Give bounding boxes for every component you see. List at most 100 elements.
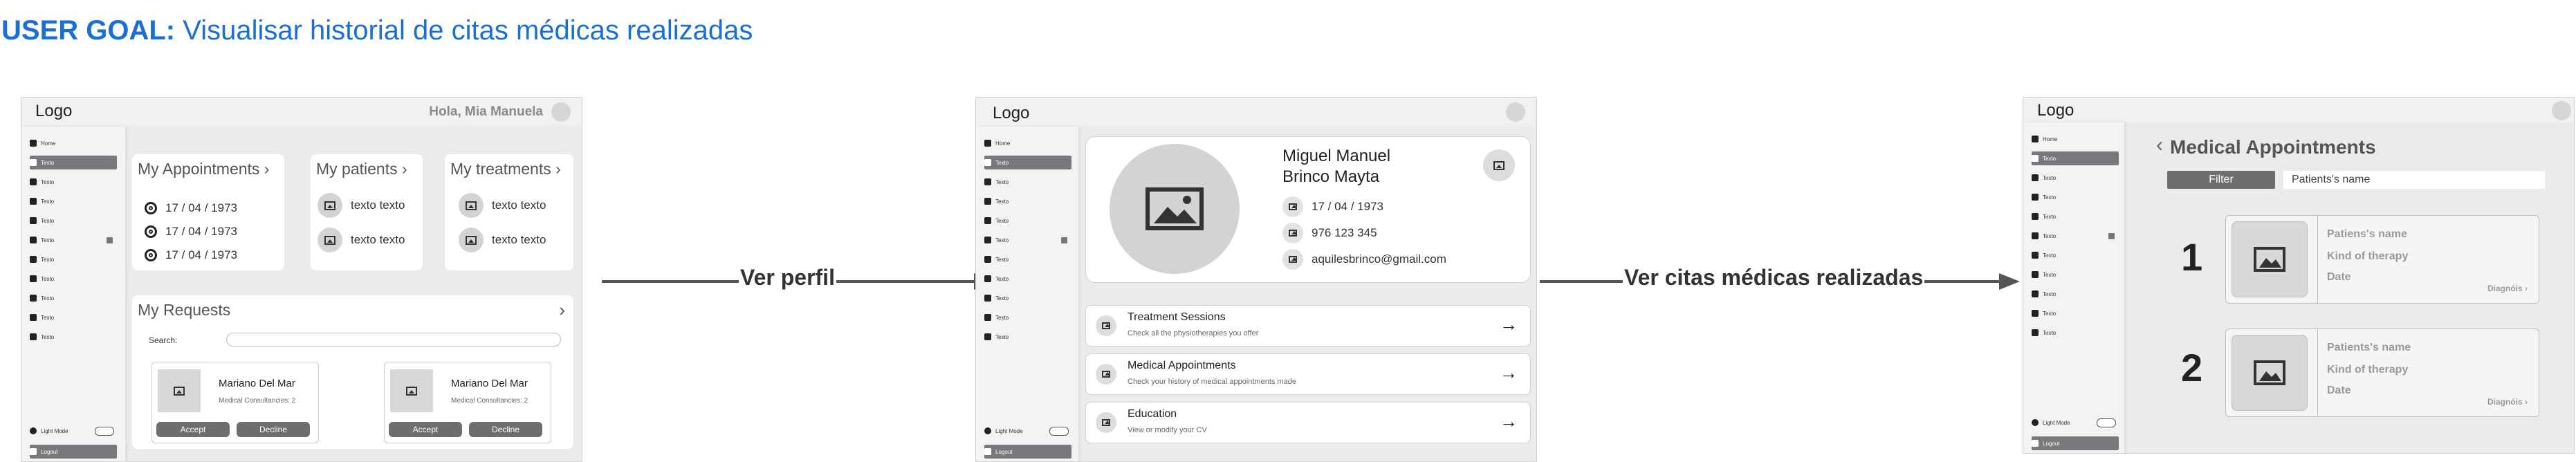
chevron-left-icon[interactable]: ‹ [2156,133,2163,157]
appointments-card[interactable]: My Appointments › 17 / 04 / 1973 17 / 04… [132,154,284,270]
patient-row[interactable]: texto texto [318,193,405,218]
light-mode-toggle[interactable]: Light Mode [984,424,1071,438]
chat-icon [30,237,37,243]
chat-icon [984,237,991,243]
light-mode-toggle[interactable]: Light Mode [30,424,117,438]
sidebar-item[interactable]: Texto [2032,326,2119,340]
sidebar-item[interactable]: Texto [30,214,117,228]
appointment-date: Date [2327,271,2351,283]
moon-icon [2032,419,2039,426]
request-name: Mariano Del Mar [219,378,295,389]
sidebar-item-home[interactable]: Home [30,136,117,150]
moon-icon [30,427,37,434]
sidebar-item-label: Texto [41,295,55,302]
sidebar-item[interactable]: Texto [2032,171,2119,185]
chevron-right-icon[interactable]: › [559,299,565,321]
appointment-card[interactable]: Patients's name Kind of therapy Date Dia… [2225,329,2539,417]
sidebar-item[interactable]: Texto [984,272,1071,286]
logout-icon [984,448,991,455]
avatar[interactable] [1506,102,1525,122]
document-icon [984,198,991,205]
treatments-title[interactable]: My treatments › [450,160,561,178]
appointment-row: 17 / 04 / 1973 [145,248,237,262]
arrow-right-icon[interactable]: → [1500,314,1518,335]
appointment-card[interactable]: Patiens's name Kind of therapy Date Diag… [2225,215,2539,304]
sidebar-item-home[interactable]: Home [984,136,1071,150]
sidebar-item-active[interactable]: Texto [984,156,1071,169]
treatment-sessions-item[interactable]: Treatment Sessions Check all the physiot… [1085,305,1531,346]
treatments-card[interactable]: My treatments › texto texto texto texto [445,154,573,270]
sidebar-item[interactable]: Texto [2032,190,2119,204]
toggle-switch[interactable] [2097,418,2116,427]
sidebar-item[interactable]: Texto [30,330,117,344]
sidebar-item-home[interactable]: Home [2032,132,2119,146]
light-mode-label: Light Mode [995,427,1023,434]
sidebar-item-label: Texto [995,237,1009,243]
sidebar-item-active[interactable]: Texto [30,156,117,169]
request-sub: Medical Consultancies: 2 [219,397,296,405]
calendar-icon [30,217,37,224]
sidebar-item[interactable]: Texto [984,233,1071,247]
sidebar-item[interactable]: Texto [2032,287,2119,301]
treatment-row[interactable]: texto texto [459,228,546,252]
edit-photo-button[interactable] [1483,149,1515,181]
sidebar-item-active[interactable]: Texto [2032,151,2119,165]
search-input[interactable] [226,333,561,346]
sidebar-item-label: Texto [995,295,1009,302]
sidebar-item[interactable]: Texto [984,330,1071,344]
decline-button[interactable]: Decline [469,422,542,437]
sidebar-item[interactable]: Texto [984,291,1071,305]
appointments-title[interactable]: My Appointments › [138,160,269,178]
logout-button[interactable]: Logout [984,445,1071,459]
sidebar-item[interactable]: Texto [984,175,1071,189]
education-item[interactable]: Education View or modify your CV → [1085,402,1531,443]
medical-appointments-item[interactable]: Medical Appointments Check your history … [1085,353,1531,395]
avatar[interactable] [551,102,571,122]
sidebar-item[interactable]: Texto [30,311,117,324]
sidebar-item[interactable]: Texto [984,311,1071,324]
patients-title[interactable]: My patients › [316,160,407,178]
topbar: Logo [2023,98,2574,122]
toggle-switch[interactable] [1049,426,1069,436]
decline-button[interactable]: Decline [237,422,310,437]
avatar[interactable] [2552,101,2571,120]
sidebar-item[interactable]: Texto [30,272,117,286]
sidebar-item[interactable]: Texto [2032,210,2119,223]
sidebar-item[interactable]: Texto [2032,306,2119,320]
logout-icon [2032,440,2039,447]
flow-label: Ver citas médicas realizadas [1623,265,1925,290]
sidebar-item[interactable]: Texto [984,214,1071,228]
patients-card[interactable]: My patients › texto texto texto texto [311,154,423,270]
sidebar-item[interactable]: Texto [30,252,117,266]
sidebar-item[interactable]: Texto [984,194,1071,208]
diagnosis-link[interactable]: Diagnóis › [2487,397,2528,407]
patient-row[interactable]: texto texto [318,228,405,252]
divider [2317,329,2318,416]
sidebar-item-label: Home [2043,136,2058,142]
filter-button[interactable]: Filter [2167,171,2275,189]
logout-button[interactable]: Logout [2032,436,2119,450]
arrow-right-icon[interactable]: → [1500,411,1518,432]
toggle-switch[interactable] [95,426,114,436]
logout-button[interactable]: Logout [30,445,117,459]
diagnosis-link[interactable]: Diagnóis › [2487,284,2528,293]
patient-name: texto texto [351,198,405,212]
accept-button[interactable]: Accept [389,422,462,437]
sidebar-item[interactable]: Texto [2032,268,2119,281]
patient-name-filter-input[interactable]: Patients's name [2283,171,2545,189]
sidebar-item[interactable]: Texto [30,291,117,305]
image-icon [459,228,484,252]
sidebar-item-label: Texto [41,314,55,321]
sidebar-item[interactable]: Texto [30,233,117,247]
divider [2317,216,2318,303]
sidebar-item[interactable]: Texto [30,194,117,208]
sidebar-item[interactable]: Texto [2032,248,2119,262]
treatment-row[interactable]: texto texto [459,193,546,218]
sidebar-item[interactable]: Texto [2032,229,2119,243]
light-mode-toggle[interactable]: Light Mode [2032,416,2119,429]
sidebar-item[interactable]: Texto [30,175,117,189]
sidebar-item[interactable]: Texto [984,252,1071,266]
arrow-right-icon[interactable]: → [1500,362,1518,384]
grid-icon [2032,252,2039,259]
accept-button[interactable]: Accept [156,422,230,437]
